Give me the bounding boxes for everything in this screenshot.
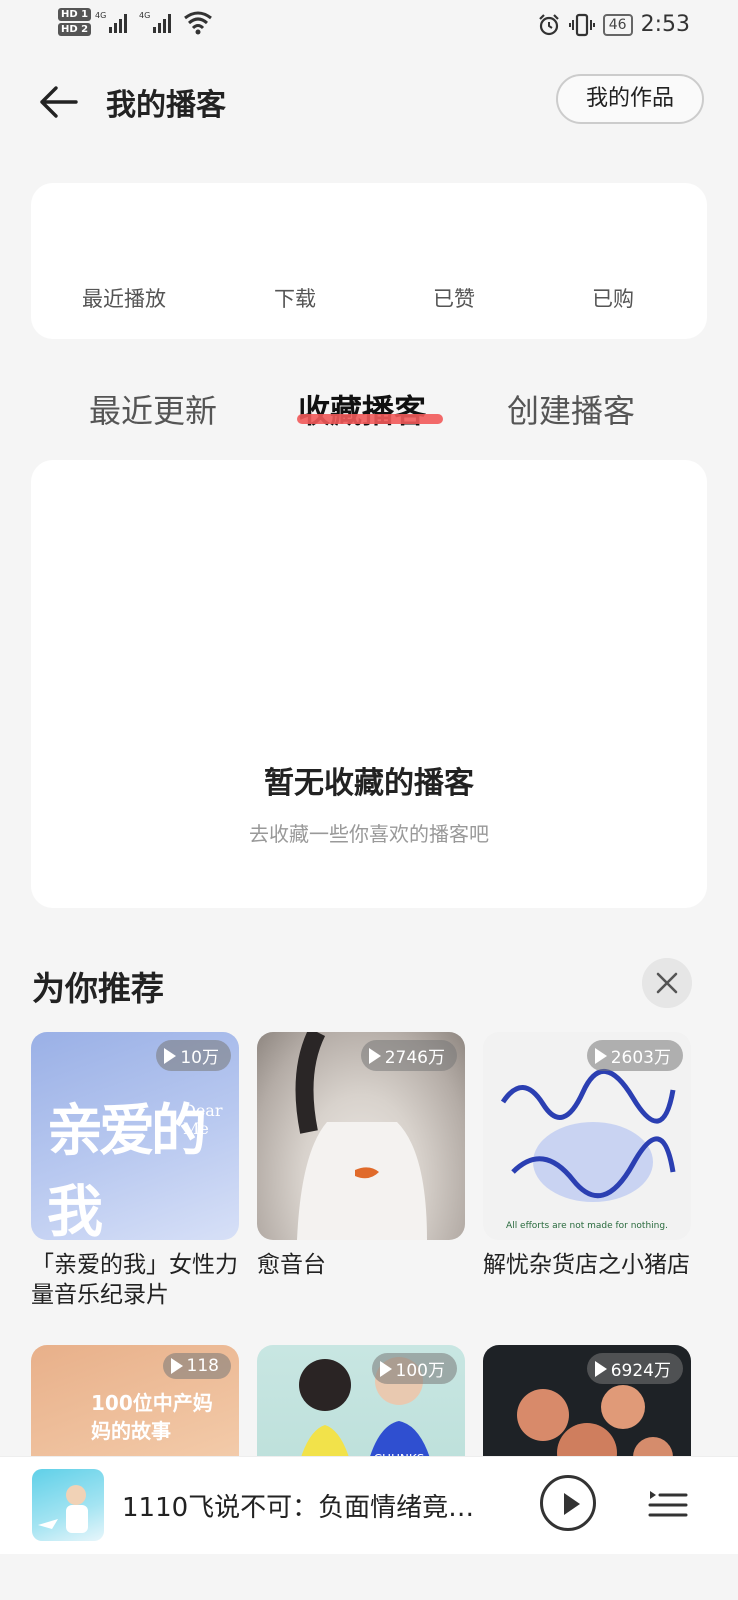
quick-links-card: 最近播放 下载 已赞 已购 (31, 183, 707, 339)
signal-group: HD 1 HD 2 4G 4G (58, 8, 213, 36)
wifi-icon (184, 11, 213, 35)
playlist-icon[interactable] (648, 1483, 688, 1523)
play-icon (170, 1358, 183, 1374)
podcast-cover: All efforts are not made for nothing. 26… (483, 1032, 691, 1240)
battery-indicator: 46 (602, 13, 633, 36)
podcast-title: 解忧杂货店之小猪店 (483, 1252, 690, 1278)
signal-icon-2: 4G (139, 11, 172, 33)
play-count: 10万 (180, 1048, 219, 1068)
mini-player-cover (32, 1469, 104, 1541)
play-icon (594, 1360, 607, 1377)
podcast-title: 愈音台 (257, 1252, 326, 1278)
tab-favorite-podcasts[interactable]: 收藏播客 (298, 386, 426, 432)
play-count: 2603万 (610, 1048, 671, 1068)
podcast-cover: 2746万 (257, 1032, 465, 1240)
quick-link-purchased[interactable]: 已购 (592, 283, 634, 313)
quick-link-recent-play[interactable]: 最近播放 (82, 283, 166, 313)
play-count: 6924万 (610, 1361, 671, 1381)
podcast-title: 「亲爱的我」女性力量音乐纪录片 (31, 1252, 238, 1308)
clock: 2:53 (640, 12, 690, 37)
sim2-badge: HD 2 (58, 23, 92, 36)
play-count: 118 (186, 1356, 219, 1376)
sim-indicators: HD 1 HD 2 (58, 8, 92, 36)
cover-art (38, 1485, 88, 1533)
play-icon (594, 1047, 607, 1064)
recommend-section-title: 为你推荐 (32, 969, 164, 1008)
quick-link-download[interactable]: 下载 (274, 283, 316, 313)
status-right: 46 2:53 (537, 12, 690, 37)
back-arrow-icon[interactable] (36, 80, 80, 124)
tab-create-podcast[interactable]: 创建播客 (507, 386, 635, 432)
page-title: 我的播客 (106, 88, 226, 123)
play-icon (564, 1493, 580, 1515)
play-count-badge: 100万 (371, 1353, 457, 1384)
podcast-cover: 亲爱的我 Dear Me 10万 (31, 1032, 239, 1240)
signal-icon: 4G (95, 11, 128, 33)
vibrate-icon (568, 13, 595, 36)
alarm-icon (538, 13, 559, 35)
cover-caption: All efforts are not made for nothing. (506, 1221, 668, 1231)
play-count-badge: 2746万 (360, 1040, 457, 1071)
svg-text:4G: 4G (95, 11, 106, 20)
now-playing-title: 1110飞说不可：负面情绪竟… (122, 1493, 475, 1523)
mini-player[interactable]: 1110飞说不可：负面情绪竟… (0, 1456, 738, 1554)
play-count: 100万 (395, 1361, 445, 1381)
play-count: 2746万 (384, 1048, 445, 1068)
recommend-card[interactable]: 亲爱的我 Dear Me 10万 「亲爱的我」女性力量音乐纪录片 (31, 1032, 239, 1310)
quick-link-liked[interactable]: 已赞 (433, 283, 475, 313)
podcast-tabs: 最近更新 收藏播客 创建播客 (0, 380, 738, 440)
my-works-button[interactable]: 我的作品 (556, 74, 704, 124)
sim1-badge: HD 1 (58, 8, 92, 21)
play-count-badge: 2603万 (586, 1040, 683, 1071)
play-count-badge: 118 (162, 1353, 231, 1379)
cover-title-art: 100位中产妈妈的故事 (91, 1391, 213, 1443)
play-button[interactable] (540, 1475, 596, 1531)
svg-text:4G: 4G (139, 11, 150, 20)
empty-state-card: 暂无收藏的播客 去收藏一些你喜欢的播客吧 (31, 460, 707, 908)
recommend-card[interactable]: 2746万 愈音台 (257, 1032, 465, 1280)
cover-subtitle-art: Dear Me (183, 1101, 223, 1138)
play-count-badge: 6924万 (586, 1353, 683, 1384)
close-icon[interactable] (642, 958, 692, 1008)
play-count-badge: 10万 (156, 1040, 231, 1071)
top-bar: 我的播客 我的作品 (0, 70, 738, 132)
recommend-card[interactable]: All efforts are not made for nothing. 26… (483, 1032, 691, 1280)
empty-state-subtitle: 去收藏一些你喜欢的播客吧 (249, 822, 489, 846)
status-bar: HD 1 HD 2 4G 4G 46 2:53 (0, 0, 738, 56)
tab-recent-updates[interactable]: 最近更新 (89, 386, 217, 432)
active-tab-indicator (297, 414, 443, 424)
play-icon (164, 1047, 177, 1064)
play-icon (379, 1360, 392, 1377)
play-icon (368, 1047, 381, 1064)
empty-state-title: 暂无收藏的播客 (264, 766, 474, 801)
